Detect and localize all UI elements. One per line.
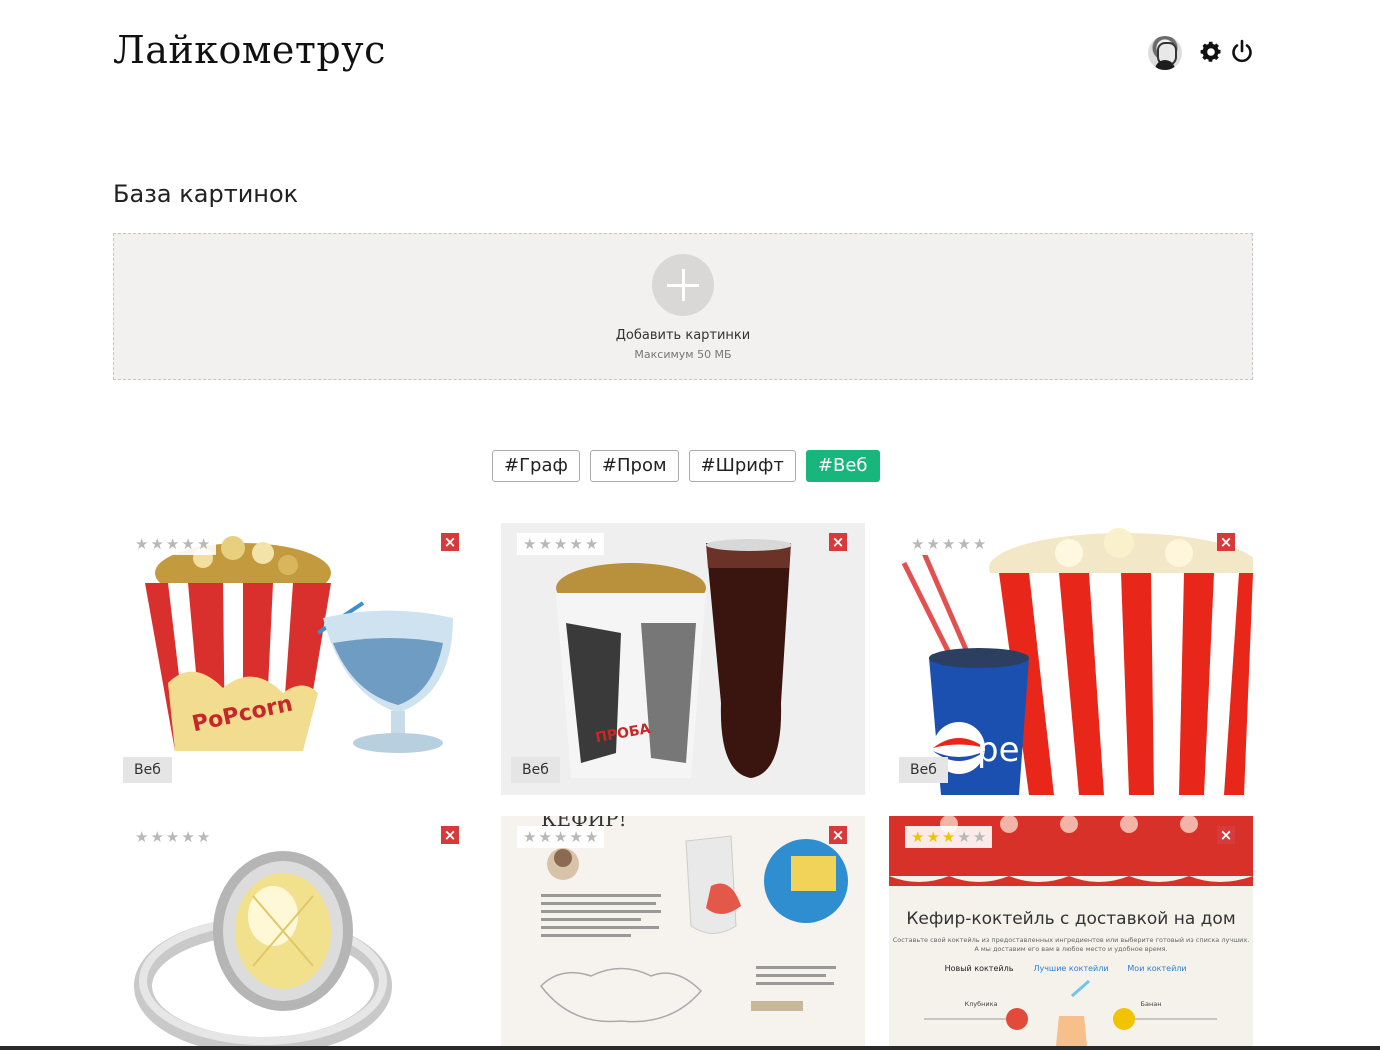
category-badge: Веб bbox=[899, 757, 948, 783]
popcorn-pepsi-image: pe bbox=[889, 523, 1253, 795]
star-icon[interactable]: ★ bbox=[911, 536, 924, 552]
svg-text:pe: pe bbox=[977, 730, 1020, 770]
star-icon[interactable]: ★ bbox=[569, 536, 582, 552]
image-card[interactable]: ПРОБА ★ ★ ★ ★ ★ × Веб bbox=[501, 523, 865, 795]
popcorn-cola-image: ПРОБА bbox=[501, 523, 865, 795]
image-card[interactable]: Кефир-коктейль с доставкой на дом Состав… bbox=[889, 816, 1253, 1046]
star-icon[interactable]: ★ bbox=[135, 829, 148, 845]
star-icon[interactable]: ★ bbox=[585, 829, 598, 845]
star-icon[interactable]: ★ bbox=[585, 536, 598, 552]
rating-stars: ★ ★ ★ ★ ★ bbox=[905, 826, 993, 848]
star-icon[interactable]: ★ bbox=[150, 829, 163, 845]
star-icon[interactable]: ★ bbox=[554, 536, 567, 552]
diamond-ring-image bbox=[113, 816, 477, 1046]
star-icon[interactable]: ★ bbox=[957, 829, 970, 845]
gear-icon[interactable] bbox=[1198, 38, 1224, 66]
image-card[interactable]: PoPcorn ★ ★ ★ ★ ★ × Веб bbox=[113, 523, 477, 795]
app-logo[interactable]: Лайкометрус bbox=[113, 28, 386, 72]
star-icon[interactable]: ★ bbox=[181, 829, 194, 845]
rating-stars: ★ ★ ★ ★ ★ bbox=[517, 826, 605, 848]
cocktail-subtitle: Составьте свой коктейль из предоставленн… bbox=[893, 936, 1250, 944]
star-icon[interactable]: ★ bbox=[942, 536, 955, 552]
tag-prom[interactable]: #Пром bbox=[589, 450, 679, 482]
star-icon[interactable]: ★ bbox=[926, 536, 939, 552]
category-badge: Веб bbox=[511, 757, 560, 783]
star-icon[interactable]: ★ bbox=[942, 829, 955, 845]
cocktail-subtitle-2: А мы доставим его вам в любое место и уд… bbox=[974, 945, 1167, 953]
rating-stars: ★ ★ ★ ★ ★ bbox=[129, 533, 217, 555]
star-icon[interactable]: ★ bbox=[911, 829, 924, 845]
image-card[interactable]: pe ★ ★ ★ ★ ★ × Веб bbox=[889, 523, 1253, 795]
image-card[interactable]: КЕФИР! ★ ★ ★ ★ ★ × bbox=[501, 816, 865, 1046]
star-icon[interactable]: ★ bbox=[973, 829, 986, 845]
star-icon[interactable]: ★ bbox=[538, 829, 551, 845]
delete-icon[interactable]: × bbox=[829, 533, 847, 551]
tag-graf[interactable]: #Граф bbox=[492, 450, 580, 482]
cocktail-tab-mine: Мои коктейли bbox=[1127, 964, 1186, 973]
rating-stars: ★ ★ ★ ★ ★ bbox=[517, 533, 605, 555]
ingredient-strawberry: Клубника bbox=[964, 1000, 997, 1008]
bottom-scroll-edge bbox=[0, 1046, 1380, 1050]
upload-limit: Максимум 50 МБ bbox=[634, 348, 732, 361]
star-icon[interactable]: ★ bbox=[181, 536, 194, 552]
rating-stars: ★ ★ ★ ★ ★ bbox=[129, 826, 217, 848]
star-icon[interactable]: ★ bbox=[926, 829, 939, 845]
delete-icon[interactable]: × bbox=[441, 826, 459, 844]
star-icon[interactable]: ★ bbox=[554, 829, 567, 845]
star-icon[interactable]: ★ bbox=[197, 829, 210, 845]
star-icon[interactable]: ★ bbox=[197, 536, 210, 552]
popcorn-water-image: PoPcorn bbox=[113, 523, 477, 795]
cocktail-tab-new: Новый коктейль bbox=[945, 964, 1014, 973]
image-upload-dropzone[interactable]: Добавить картинки Максимум 50 МБ bbox=[113, 233, 1253, 380]
star-icon[interactable]: ★ bbox=[973, 536, 986, 552]
upload-label: Добавить картинки bbox=[615, 328, 751, 343]
star-icon[interactable]: ★ bbox=[166, 536, 179, 552]
delete-icon[interactable]: × bbox=[1217, 826, 1235, 844]
cocktail-title: Кефир-коктейль с доставкой на дом bbox=[906, 909, 1235, 929]
user-avatar[interactable] bbox=[1148, 36, 1182, 70]
tag-filter-bar: #Граф #Пром #Шрифт #Веб bbox=[492, 450, 880, 482]
star-icon[interactable]: ★ bbox=[166, 829, 179, 845]
star-icon[interactable]: ★ bbox=[135, 536, 148, 552]
power-icon[interactable] bbox=[1229, 38, 1255, 66]
cocktail-tab-best: Лучшие коктейли bbox=[1033, 964, 1108, 973]
star-icon[interactable]: ★ bbox=[538, 536, 551, 552]
add-icon[interactable] bbox=[652, 254, 714, 316]
ingredient-banana: Банан bbox=[1141, 1000, 1162, 1008]
image-card[interactable]: ★ ★ ★ ★ ★ × bbox=[113, 816, 477, 1046]
kefir-cocktail-webpage-image: Кефир-коктейль с доставкой на дом Состав… bbox=[889, 816, 1253, 1046]
section-title: База картинок bbox=[113, 180, 299, 208]
delete-icon[interactable]: × bbox=[829, 826, 847, 844]
rating-stars: ★ ★ ★ ★ ★ bbox=[905, 533, 993, 555]
tag-veb[interactable]: #Веб bbox=[805, 450, 880, 482]
tag-shrift[interactable]: #Шрифт bbox=[688, 450, 796, 482]
star-icon[interactable]: ★ bbox=[957, 536, 970, 552]
star-icon[interactable]: ★ bbox=[523, 829, 536, 845]
star-icon[interactable]: ★ bbox=[523, 536, 536, 552]
star-icon[interactable]: ★ bbox=[569, 829, 582, 845]
kefir-webpage-image: КЕФИР! bbox=[501, 816, 865, 1046]
delete-icon[interactable]: × bbox=[441, 533, 459, 551]
star-icon[interactable]: ★ bbox=[150, 536, 163, 552]
category-badge: Веб bbox=[123, 757, 172, 783]
delete-icon[interactable]: × bbox=[1217, 533, 1235, 551]
